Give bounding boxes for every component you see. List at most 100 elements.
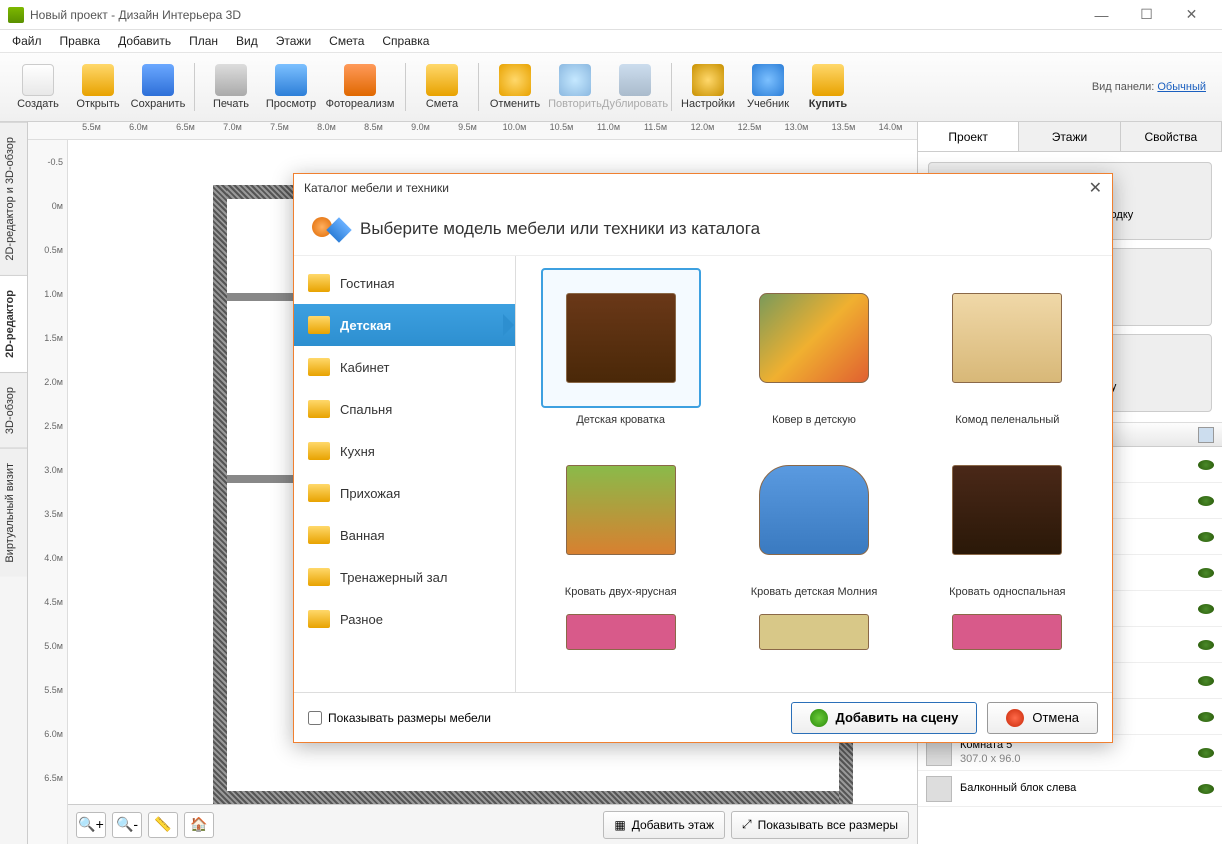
vtab-2[interactable]: 3D-обзор <box>0 372 27 448</box>
list-item[interactable]: Балконный блок слева <box>918 771 1222 807</box>
product-item[interactable]: Ковер в детскую <box>721 268 906 426</box>
save-icon <box>142 64 174 96</box>
menu-Этажи[interactable]: Этажи <box>268 32 319 50</box>
product-item[interactable]: Кровать двух-ярусная <box>528 440 713 598</box>
canvas-bottom-bar: 🔍+ 🔍- 📏 🏠 ▦ Добавить этаж ⤢ Показывать в… <box>68 804 917 844</box>
product-item[interactable]: Комод пеленальный <box>915 268 1100 426</box>
product-item[interactable]: Детская кроватка <box>528 268 713 426</box>
eye-icon[interactable] <box>1198 532 1214 542</box>
product-item[interactable] <box>915 612 1100 652</box>
folder-icon <box>308 358 330 376</box>
category-Детская[interactable]: Детская <box>294 304 515 346</box>
smeta-button[interactable]: Смета <box>412 55 472 119</box>
cancel-button[interactable]: Отмена <box>987 702 1098 734</box>
eye-icon[interactable] <box>1198 748 1214 758</box>
menu-Вид[interactable]: Вид <box>228 32 266 50</box>
preview-button[interactable]: Просмотр <box>261 55 321 119</box>
eye-icon[interactable] <box>1198 784 1214 794</box>
minimize-button[interactable]: — <box>1079 0 1124 30</box>
category-Ванная[interactable]: Ванная <box>294 514 515 556</box>
category-Тренажерный зал[interactable]: Тренажерный зал <box>294 556 515 598</box>
folder-icon <box>308 568 330 586</box>
tutorial-button[interactable]: Учебник <box>738 55 798 119</box>
floors-icon: ▦ <box>614 818 625 832</box>
product-item[interactable]: Кровать детская Молния <box>721 440 906 598</box>
vtab-0[interactable]: 2D-редактор и 3D-обзор <box>0 122 27 275</box>
vertical-ruler: -0.50м0.5м1.0м1.5м2.0м2.5м3.0м3.5м4.0м4.… <box>28 140 68 844</box>
product-item[interactable] <box>528 612 713 652</box>
eye-icon[interactable] <box>1198 640 1214 650</box>
vtab-1[interactable]: 2D-редактор <box>0 275 27 372</box>
dup-icon <box>619 64 651 96</box>
smeta-icon <box>426 64 458 96</box>
photoreal-button[interactable]: Фотореализм <box>321 55 399 119</box>
app-icon <box>8 7 24 23</box>
menu-Правка[interactable]: Правка <box>52 32 109 50</box>
list-settings-icon[interactable] <box>1198 427 1214 443</box>
undo-button[interactable]: Отменить <box>485 55 545 119</box>
category-Гостиная[interactable]: Гостиная <box>294 262 515 304</box>
zoom-out-button[interactable]: 🔍- <box>112 812 142 838</box>
product-item[interactable]: Кровать односпальная <box>915 440 1100 598</box>
modal-header: Выберите модель мебели или техники из ка… <box>294 202 1112 256</box>
save-button[interactable]: Сохранить <box>128 55 188 119</box>
ruler-button[interactable]: 📏 <box>148 812 178 838</box>
buy-button[interactable]: Купить <box>798 55 858 119</box>
rtab-Проект[interactable]: Проект <box>918 122 1019 151</box>
category-Разное[interactable]: Разное <box>294 598 515 640</box>
eye-icon[interactable] <box>1198 712 1214 722</box>
folder-icon <box>308 484 330 502</box>
eye-icon[interactable] <box>1198 460 1214 470</box>
show-sizes-checkbox[interactable]: Показывать размеры мебели <box>308 711 491 725</box>
zoom-in-button[interactable]: 🔍+ <box>76 812 106 838</box>
new-icon <box>22 64 54 96</box>
folder-icon <box>308 400 330 418</box>
folder-icon <box>308 274 330 292</box>
folder-icon <box>308 526 330 544</box>
new-button[interactable]: Создать <box>8 55 68 119</box>
menu-Добавить[interactable]: Добавить <box>110 32 179 50</box>
titlebar: Новый проект - Дизайн Интерьера 3D — ☐ ✕ <box>0 0 1222 30</box>
right-tabs: ПроектЭтажиСвойства <box>918 122 1222 152</box>
eye-icon[interactable] <box>1198 496 1214 506</box>
panel-mode-link[interactable]: Обычный <box>1157 81 1206 93</box>
rtab-Свойства[interactable]: Свойства <box>1121 122 1222 151</box>
folder-icon <box>308 316 330 334</box>
category-Кухня[interactable]: Кухня <box>294 430 515 472</box>
vtab-3[interactable]: Виртуальный визит <box>0 448 27 577</box>
add-floor-button[interactable]: ▦ Добавить этаж <box>603 811 725 839</box>
product-item[interactable] <box>721 612 906 652</box>
open-button[interactable]: Открыть <box>68 55 128 119</box>
check-icon <box>810 709 828 727</box>
modal-close-button[interactable]: ✕ <box>1089 178 1102 198</box>
show-sizes-button[interactable]: ⤢ Показывать все размеры <box>731 811 909 839</box>
menu-bar: ФайлПравкаДобавитьПланВидЭтажиСметаСправ… <box>0 30 1222 52</box>
print-button[interactable]: Печать <box>201 55 261 119</box>
close-button[interactable]: ✕ <box>1169 0 1214 30</box>
category-Кабинет[interactable]: Кабинет <box>294 346 515 388</box>
eye-icon[interactable] <box>1198 604 1214 614</box>
menu-Файл[interactable]: Файл <box>4 32 50 50</box>
eye-icon[interactable] <box>1198 568 1214 578</box>
panel-mode: Вид панели: Обычный <box>1092 81 1214 93</box>
add-to-scene-button[interactable]: Добавить на сцену <box>791 702 978 734</box>
menu-Смета[interactable]: Смета <box>321 32 372 50</box>
window-title: Новый проект - Дизайн Интерьера 3D <box>30 8 1079 22</box>
menu-План[interactable]: План <box>181 32 226 50</box>
menu-Справка[interactable]: Справка <box>374 32 437 50</box>
home-button[interactable]: 🏠 <box>184 812 214 838</box>
folder-icon <box>308 442 330 460</box>
print-icon <box>215 64 247 96</box>
category-list: ГостинаяДетскаяКабинетСпальняКухняПрихож… <box>294 256 516 692</box>
preview-icon <box>275 64 307 96</box>
horizontal-ruler: 5.5м6.0м6.5м7.0м7.5м8.0м8.5м9.0м9.5м10.0… <box>28 122 917 140</box>
furniture-catalog-modal: Каталог мебели и техники ✕ Выберите моде… <box>293 173 1113 743</box>
cancel-icon <box>1006 709 1024 727</box>
buy-icon <box>812 64 844 96</box>
category-Спальня[interactable]: Спальня <box>294 388 515 430</box>
settings-button[interactable]: Настройки <box>678 55 738 119</box>
eye-icon[interactable] <box>1198 676 1214 686</box>
maximize-button[interactable]: ☐ <box>1124 0 1169 30</box>
category-Прихожая[interactable]: Прихожая <box>294 472 515 514</box>
rtab-Этажи[interactable]: Этажи <box>1019 122 1120 151</box>
